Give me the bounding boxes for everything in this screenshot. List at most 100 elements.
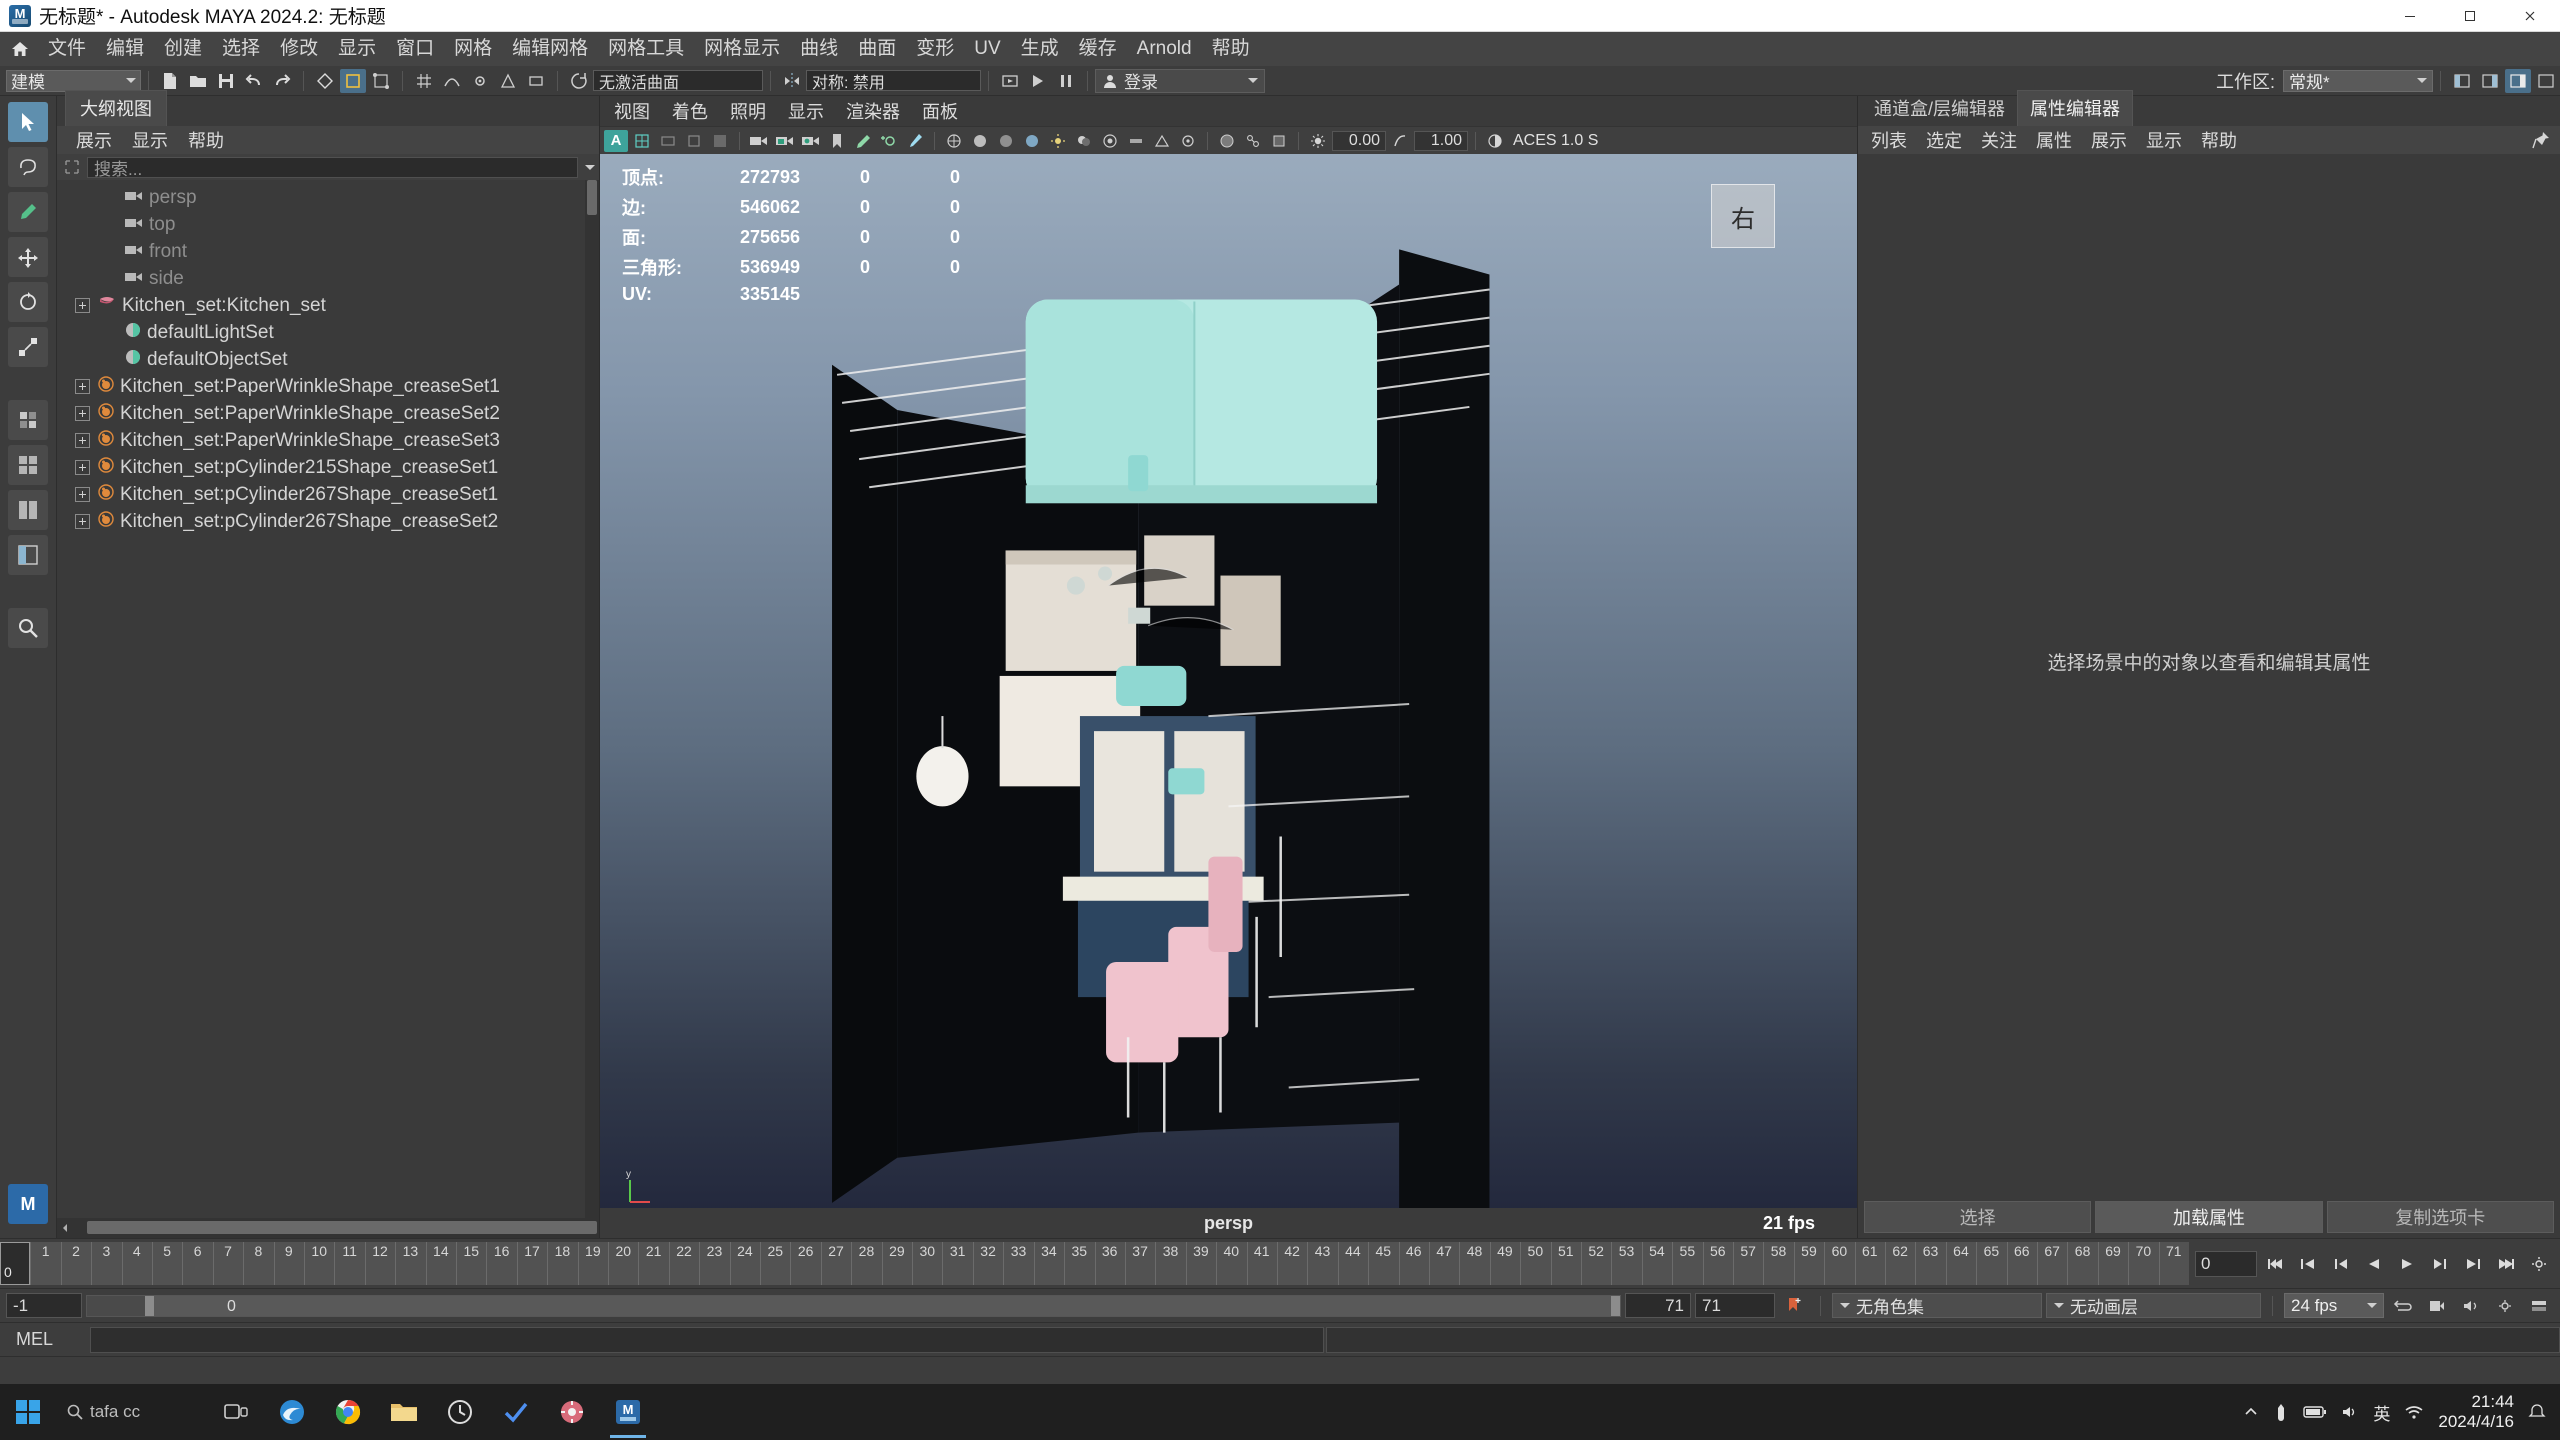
select-camera-icon[interactable]: A [604,129,628,152]
last-tool-used[interactable] [8,400,48,440]
paint-select-tool[interactable] [8,192,48,232]
menuset-selector[interactable]: 建模 [6,69,141,92]
volume-icon[interactable] [2341,1404,2359,1420]
character-set-selector[interactable]: 无角色集 [1832,1293,2042,1318]
xray-active-icon[interactable] [1267,130,1291,152]
menu-windows[interactable]: 窗口 [386,34,444,64]
render-settings-button[interactable] [1053,69,1079,93]
construction-history-button[interactable] [566,69,592,93]
range-start-field[interactable]: -1 [6,1293,82,1318]
viewport-menu-lighting[interactable]: 照明 [730,98,766,124]
outliner-menu-display[interactable]: 显示 [123,125,177,155]
outliner-row[interactable]: front [57,238,599,265]
minimize-button[interactable] [2380,0,2440,32]
battery-icon[interactable] [2303,1405,2327,1419]
symmetry-field[interactable]: 对称: 禁用 [806,70,981,92]
maya-icon[interactable]: M [600,1384,656,1440]
command-input[interactable] [90,1326,1324,1353]
outliner-row[interactable]: Kitchen_set:PaperWrinkleShape_creaseSet3 [57,427,599,454]
outliner-vertical-scrollbar[interactable] [585,180,599,1218]
toggle-outliner-button[interactable] [2449,69,2475,93]
expand-toggle-icon[interactable] [75,379,90,394]
layout-two-pane[interactable] [8,490,48,530]
color-management-icon[interactable] [1483,130,1507,152]
depth-of-field-icon[interactable] [1176,130,1200,152]
gate-mask-icon[interactable] [708,130,732,152]
todo-icon[interactable] [488,1384,544,1440]
viewport-3d[interactable]: 顶点: 272793 0 0 边: 546062 0 0 面: 275656 0 0 三角形: 53694… [600,154,1857,1238]
render-current-frame-button[interactable] [997,69,1023,93]
menu-mesh[interactable]: 网格 [444,34,502,64]
select-by-component-button[interactable] [368,69,394,93]
use-all-lights-icon[interactable] [1046,130,1070,152]
scroll-left-icon[interactable] [57,1220,73,1236]
snap-view-plane-button[interactable] [523,69,549,93]
toggle-attribute-editor-button[interactable] [2477,69,2503,93]
ae-menu-attributes[interactable]: 属性 [2027,125,2081,155]
ae-menu-help[interactable]: 帮助 [2192,125,2246,155]
current-time-indicator[interactable]: 0 [0,1242,31,1285]
expand-toggle-icon[interactable] [75,487,90,502]
toggle-tool-settings-button[interactable] [2533,69,2559,93]
menu-create[interactable]: 创建 [154,34,212,64]
current-time-field[interactable]: 0 [2195,1250,2257,1277]
close-button[interactable] [2500,0,2560,32]
select-by-object-button[interactable] [340,68,366,93]
menu-mesh-tools[interactable]: 网格工具 [598,34,694,64]
menu-help[interactable]: 帮助 [1202,34,1260,64]
step-forward-frame-button[interactable] [2425,1250,2455,1278]
shadows-icon[interactable] [1072,130,1096,152]
viewport-menu-show[interactable]: 显示 [788,98,824,124]
outliner-row[interactable]: Kitchen_set:pCylinder267Shape_creaseSet2 [57,508,599,535]
load-attributes-button[interactable]: 加载属性 [2095,1201,2323,1233]
command-language-label[interactable]: MEL [0,1329,90,1350]
exposure-value[interactable]: 0.00 [1332,130,1386,151]
menu-mesh-display[interactable]: 网格显示 [694,34,790,64]
scroll-thumb-vertical[interactable] [587,180,597,215]
multisample-aa-icon[interactable] [1150,130,1174,152]
move-tool[interactable] [8,237,48,277]
image-plane-icon[interactable] [851,130,875,152]
outliner-row[interactable]: top [57,211,599,238]
outliner-row[interactable]: persp [57,184,599,211]
menu-modify[interactable]: 修改 [270,34,328,64]
settings-icon[interactable] [544,1384,600,1440]
save-scene-button[interactable] [213,69,239,93]
viewport-menu-shading[interactable]: 着色 [672,98,708,124]
viewport-menu-panels[interactable]: 面板 [922,98,958,124]
symmetry-icon-button[interactable] [779,69,805,93]
folder-icon[interactable] [376,1384,432,1440]
home-icon[interactable] [6,35,34,63]
smooth-shading-icon[interactable] [968,130,992,152]
wireframe-shading-icon[interactable] [942,130,966,152]
camera-icon[interactable] [747,130,771,152]
menu-curves[interactable]: 曲线 [790,34,848,64]
undo-button[interactable] [241,69,267,93]
pin-icon[interactable] [2532,131,2550,149]
anim-preferences-gear-button[interactable] [2490,1292,2520,1320]
notification-icon[interactable] [2528,1403,2546,1421]
ae-menu-list[interactable]: 列表 [1862,125,1916,155]
chevron-down-icon[interactable] [585,164,595,170]
outliner-menu-help[interactable]: 帮助 [179,125,233,155]
scroll-thumb-horizontal[interactable] [87,1221,597,1234]
range-handle-right[interactable] [1611,1295,1620,1316]
ae-menu-focus[interactable]: 关注 [1972,125,2026,155]
magnifier-tool[interactable] [8,608,48,648]
tray-expand-icon[interactable] [2243,1404,2259,1420]
workspace-selector[interactable]: 常规* [2283,69,2433,92]
toggle-channel-box-button[interactable] [2505,68,2531,93]
tab-attribute-editor[interactable]: 属性编辑器 [2017,90,2134,126]
menu-file[interactable]: 文件 [38,34,96,64]
outliner-row[interactable]: defaultObjectSet [57,346,599,373]
taskbar-clock[interactable]: 21:44 2024/4/16 [2438,1392,2514,1431]
outliner-row[interactable]: defaultLightSet [57,319,599,346]
outliner-row[interactable]: Kitchen_set:Kitchen_set [57,292,599,319]
resolution-gate-icon[interactable] [682,130,706,152]
bookmark-icon[interactable] [825,130,849,152]
anim-layer-editor-button[interactable] [2524,1292,2554,1320]
outliner-row[interactable]: Kitchen_set:PaperWrinkleShape_creaseSet1 [57,373,599,400]
menu-uv[interactable]: UV [964,34,1010,64]
outliner-tree[interactable]: persp top front side Kitchen_set:Kitchen_set… [57,180,599,1218]
redo-button[interactable] [269,69,295,93]
